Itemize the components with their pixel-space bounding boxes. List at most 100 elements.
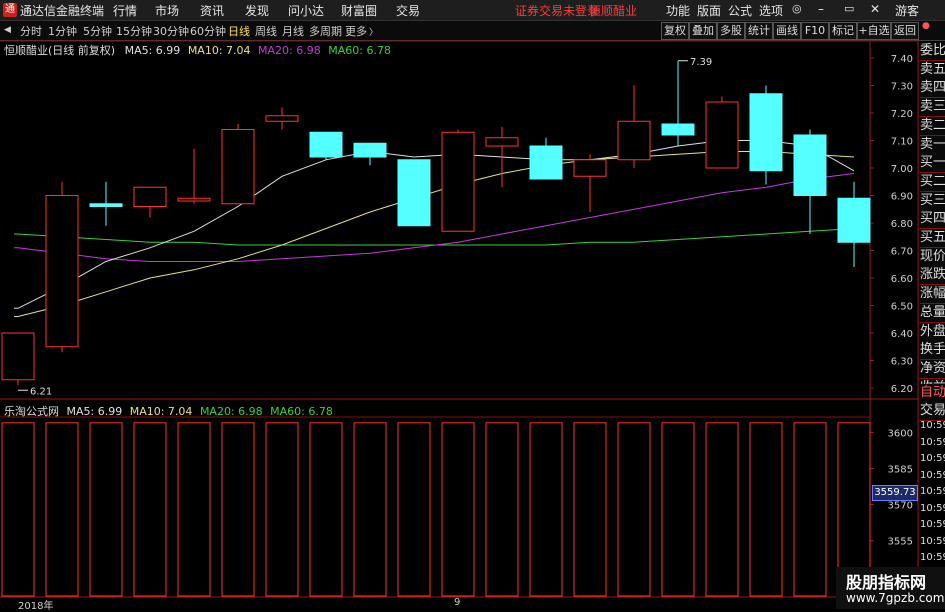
date-start-label: 2018年 [18, 601, 54, 612]
side-item: 卖四 [920, 79, 945, 99]
candle-body [309, 131, 343, 158]
candle-body [837, 197, 871, 243]
tick-time: 10:59 [920, 535, 945, 547]
date-mid-label: 9 [454, 597, 461, 608]
side-item: 涨跌 [920, 266, 945, 286]
candle-body [221, 129, 255, 205]
tick-time: 10:59 [920, 420, 945, 431]
candle [133, 186, 167, 218]
candle [705, 96, 739, 169]
candle [397, 159, 431, 227]
candle-body [793, 134, 827, 196]
candle-body [45, 195, 79, 348]
price-axis-label: 7.00 [891, 164, 913, 175]
candle-body [441, 131, 475, 232]
candle-body [705, 101, 739, 169]
side-item: 买四 [920, 210, 945, 230]
price-axis-label: 6.80 [891, 219, 913, 230]
watermark-url: www.7gpzb.com [846, 591, 945, 605]
sub-bar [793, 422, 827, 597]
sub-bar [265, 422, 299, 597]
side-item: 委比 [920, 42, 945, 61]
candle-body [353, 142, 387, 158]
candle-body [485, 137, 519, 147]
sub-bar [749, 422, 783, 597]
sub-bar [573, 422, 607, 597]
sub-bar [397, 422, 431, 597]
sub-axis-label: 3585 [888, 465, 913, 476]
price-axis-label: 7.40 [891, 54, 913, 65]
kline-chart[interactable]: 7.40 7.30 7.20 7.10 7.00 6.90 6.80 6.70 6.60 6.50… [0, 0, 945, 609]
price-axis-label: 6.40 [891, 329, 913, 340]
candle [661, 60, 695, 146]
side-item: 卖五 [920, 60, 945, 80]
price-axis-label: 6.60 [891, 274, 913, 285]
side-item: 买五 [920, 229, 945, 248]
side-item: 买一 [920, 154, 945, 174]
candle [265, 107, 299, 130]
candle [529, 137, 563, 180]
candle [793, 129, 827, 234]
candle [45, 181, 79, 353]
sub-bar [45, 422, 79, 597]
sub-axis-label: 3570 [888, 501, 913, 512]
sub-bar [485, 422, 519, 597]
tick-time: 10:59 [920, 502, 945, 514]
candle [1, 332, 35, 386]
sub-bar [661, 422, 695, 597]
side-item: 总量 [920, 303, 945, 323]
sub-axis-label: 3555 [888, 537, 913, 548]
tick-time: 10:59 [920, 486, 945, 497]
candle-body [529, 145, 563, 180]
price-axis-label: 7.20 [891, 109, 913, 120]
tick-time: 10:59 [920, 519, 945, 530]
price-axis-label: 6.90 [891, 192, 913, 203]
side-item: 卖三 [920, 98, 945, 118]
tick-time: 10:59 [920, 436, 945, 448]
candle [573, 154, 607, 212]
sub-bar [309, 422, 343, 597]
candle-body [749, 93, 783, 172]
sub-axis-label: 3600 [888, 428, 913, 439]
low-marker-label: 6.21 [30, 386, 52, 397]
side-item: 买三 [920, 191, 945, 211]
sub-bar [353, 422, 387, 597]
sub-bar [89, 422, 123, 597]
candle-body [133, 186, 167, 207]
candle [837, 181, 871, 267]
candle [221, 124, 255, 205]
candle-body [397, 159, 431, 227]
trade-button[interactable]: 交易 [920, 402, 945, 421]
side-item: 现价 [920, 247, 945, 267]
auto-button[interactable]: 自动 [920, 384, 945, 403]
price-axis-label: 7.10 [891, 137, 913, 148]
side-item: 净资 [920, 359, 945, 379]
candle [749, 85, 783, 185]
side-item: 卖一 [920, 135, 945, 155]
sub-bar [1, 422, 35, 597]
price-axis-label: 6.70 [891, 247, 913, 258]
sub-current-value: 3559.73 [872, 485, 918, 501]
candle-body [661, 123, 695, 136]
candle-body [177, 197, 211, 202]
ma20-line [14, 173, 855, 262]
candle [353, 142, 387, 166]
side-item: 涨幅 [920, 285, 945, 305]
candle [617, 85, 651, 168]
candle-body [573, 159, 607, 177]
side-item: 卖二 [920, 116, 945, 136]
price-axis-label: 7.30 [891, 82, 913, 93]
candle-body [1, 332, 35, 381]
sub-bar [529, 422, 563, 597]
tick-time: 10:59 [920, 552, 945, 563]
candle [89, 181, 123, 226]
watermark-title: 股朋指标网 [846, 573, 927, 592]
candle-body [617, 120, 651, 161]
candle-body [89, 203, 123, 207]
watermark: 股朋指标网 www.7gpzb.com [836, 567, 945, 609]
tick-time: 10:59 [920, 469, 945, 481]
sub-bar [441, 422, 475, 597]
candle-body [265, 115, 299, 122]
price-axis-label: 6.20 [891, 384, 913, 395]
sub-bar [705, 422, 739, 597]
